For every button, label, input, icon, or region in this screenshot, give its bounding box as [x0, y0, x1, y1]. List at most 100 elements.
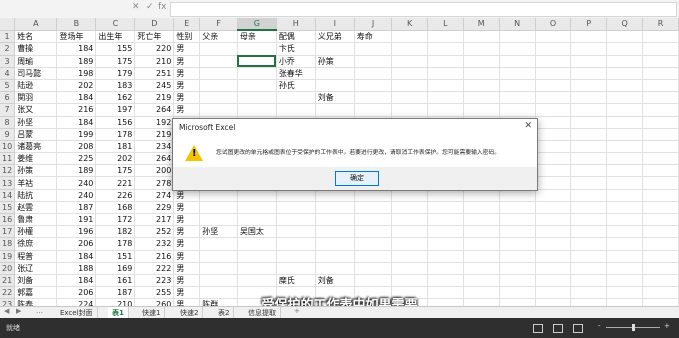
row-header[interactable]: 16	[0, 213, 16, 227]
cell[interactable]	[391, 262, 429, 275]
cell[interactable]	[570, 274, 608, 288]
cell[interactable]: 251	[134, 67, 175, 80]
cell[interactable]: 222	[134, 262, 175, 275]
cell[interactable]: 程普	[14, 250, 58, 263]
cell[interactable]	[354, 274, 393, 288]
cell[interactable]	[499, 103, 536, 117]
cell[interactable]	[535, 176, 572, 190]
cell[interactable]	[606, 213, 644, 227]
cell[interactable]	[354, 250, 393, 263]
cell[interactable]	[499, 250, 536, 263]
cell[interactable]	[391, 201, 429, 215]
cell[interactable]: 性别	[173, 30, 201, 44]
cell[interactable]	[642, 91, 679, 105]
cell[interactable]	[354, 262, 393, 275]
cell[interactable]	[354, 67, 393, 80]
cell[interactable]	[535, 67, 572, 80]
cell[interactable]	[642, 262, 679, 275]
cell[interactable]: 208	[56, 140, 97, 154]
cell[interactable]	[276, 201, 316, 215]
cell[interactable]: 刘备	[315, 274, 355, 288]
cell[interactable]	[642, 237, 679, 251]
tab-prev-icon[interactable]: ◀	[4, 307, 9, 315]
cell[interactable]: 183	[95, 79, 136, 93]
cell[interactable]	[391, 42, 429, 56]
cell[interactable]	[199, 79, 238, 93]
cell[interactable]	[237, 55, 277, 68]
cell[interactable]	[354, 79, 393, 93]
cell[interactable]	[606, 103, 644, 117]
cell[interactable]	[276, 213, 316, 227]
cell[interactable]: 鲁肃	[14, 213, 58, 227]
cell[interactable]	[199, 55, 238, 68]
cell[interactable]	[642, 250, 679, 263]
row-header[interactable]: 18	[0, 237, 16, 251]
cell[interactable]	[463, 274, 500, 288]
cell[interactable]: 252	[134, 225, 175, 239]
cell[interactable]: 赵雲	[14, 201, 58, 215]
cell[interactable]: 姜维	[14, 152, 58, 166]
cell[interactable]: 156	[95, 116, 136, 129]
cell[interactable]	[237, 201, 277, 215]
cell[interactable]	[315, 201, 355, 215]
cell[interactable]	[606, 116, 644, 129]
cell[interactable]	[499, 262, 536, 275]
cell[interactable]: 199	[56, 128, 97, 141]
cell[interactable]	[606, 262, 644, 275]
cell[interactable]	[499, 67, 536, 80]
cell[interactable]	[535, 116, 572, 129]
cell[interactable]: 202	[56, 79, 97, 93]
tab-next-icon[interactable]: ▶	[16, 307, 21, 315]
cell[interactable]	[606, 55, 644, 68]
cell[interactable]: 240	[56, 176, 97, 190]
cell[interactable]: 178	[95, 128, 136, 141]
cell[interactable]	[642, 128, 679, 141]
row-header[interactable]: 8	[0, 116, 16, 129]
cell[interactable]: 184	[56, 116, 97, 129]
cell[interactable]	[535, 55, 572, 68]
cell[interactable]	[237, 237, 277, 251]
cell[interactable]: 189	[56, 55, 97, 68]
cell[interactable]: 吕蒙	[14, 128, 58, 141]
insert-function-icon[interactable]: fx	[158, 2, 167, 12]
cell[interactable]: 男	[173, 274, 201, 288]
cell[interactable]	[427, 237, 464, 251]
cell[interactable]	[570, 67, 608, 80]
cell[interactable]	[391, 237, 429, 251]
cell[interactable]: 男	[173, 213, 201, 227]
column-header[interactable]: C	[95, 18, 136, 31]
cell[interactable]	[606, 140, 644, 154]
cell[interactable]	[535, 91, 572, 105]
cell[interactable]: 264	[134, 103, 175, 117]
zoom-out-icon[interactable]: -	[598, 322, 601, 330]
row-header[interactable]: 11	[0, 152, 16, 166]
enter-formula-icon[interactable]: ✓	[146, 2, 154, 12]
cell[interactable]: 264	[134, 152, 175, 166]
cell[interactable]	[237, 213, 277, 227]
cell[interactable]	[427, 67, 464, 80]
cell[interactable]	[463, 262, 500, 275]
cell[interactable]	[276, 91, 316, 105]
cell[interactable]: 240	[56, 189, 97, 202]
cell[interactable]	[570, 176, 608, 190]
cell[interactable]	[570, 55, 608, 68]
row-header[interactable]: 21	[0, 274, 16, 288]
ok-button[interactable]: 确定	[335, 171, 379, 186]
cell[interactable]: 151	[95, 250, 136, 263]
row-header[interactable]: 17	[0, 225, 16, 239]
cell[interactable]: 男	[173, 201, 201, 215]
column-header[interactable]: I	[315, 18, 355, 31]
cell[interactable]	[391, 79, 429, 93]
cell[interactable]	[315, 225, 355, 239]
cell[interactable]	[315, 42, 355, 56]
column-header[interactable]: D	[134, 18, 175, 31]
cell[interactable]: 孙策	[315, 55, 355, 68]
cell[interactable]	[642, 164, 679, 178]
cell[interactable]	[642, 79, 679, 93]
cell[interactable]	[237, 42, 277, 56]
cell[interactable]	[354, 91, 393, 105]
cell[interactable]: 192	[134, 116, 175, 129]
cell[interactable]: 男	[173, 67, 201, 80]
cell[interactable]	[570, 250, 608, 263]
cell[interactable]: 219	[134, 91, 175, 105]
